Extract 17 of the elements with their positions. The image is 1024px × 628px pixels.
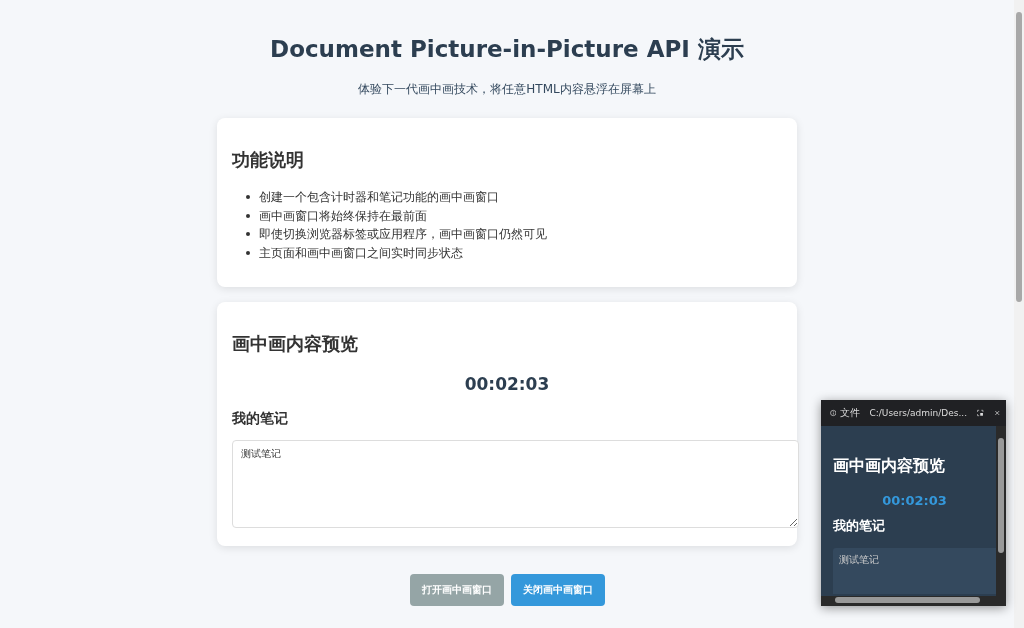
section-heading: 画中画内容预览 — [232, 332, 359, 356]
section-heading: 功能说明 — [232, 148, 305, 172]
pip-timer: 00:02:03 — [882, 493, 947, 508]
origin-label: 文件 — [840, 406, 861, 420]
feature-text: 即使切换浏览器标签或应用程序，画中画窗口仍然可见 — [259, 226, 547, 243]
notes-field[interactable]: 测试笔记 — [232, 440, 799, 528]
feature-text: 主页面和画中画窗口之间实时同步状态 — [259, 244, 463, 262]
page-title: Document Picture-in-Picture API 演示 — [270, 35, 744, 64]
pip-heading: 画中画内容预览 — [833, 456, 946, 477]
notes-label: 我的笔记 — [232, 410, 289, 428]
pip-notes-field[interactable]: 测试笔记 — [833, 548, 996, 594]
url-text: C:/Users/admin/Des... — [869, 408, 968, 418]
timer-display: 00:02:03 — [464, 374, 550, 394]
feature-text: 画中画窗口将始终保持在最前面 — [259, 207, 427, 225]
feature-text: 创建一个包含计时器和笔记功能的画中画窗口 — [259, 189, 499, 206]
page-subtitle: 体验下一代画中画技术，将任意HTML内容悬浮在屏幕上 — [358, 81, 656, 98]
pip-notes-label: 我的笔记 — [833, 517, 886, 535]
